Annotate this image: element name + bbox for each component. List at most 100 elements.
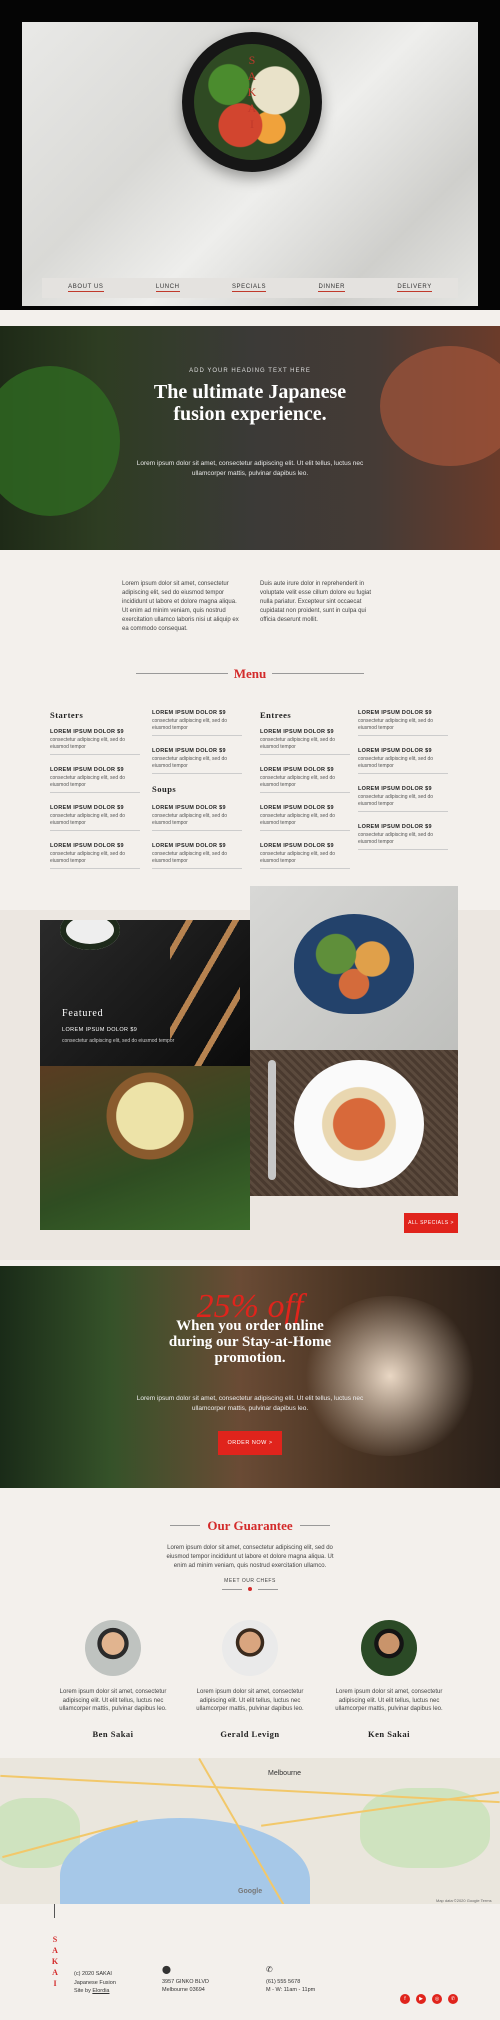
title-line: fusion experience. xyxy=(173,403,327,425)
nav-dinner[interactable]: DINNER xyxy=(318,284,346,292)
menu-item[interactable]: LOREM IPSUM DOLOR $9 consectetur adipisci… xyxy=(358,748,448,774)
intro-text-left: Lorem ipsum dolor sit amet, consectetur … xyxy=(122,581,239,632)
logo-letter: K xyxy=(51,1957,59,1966)
footer: S A K A I (c) 2020 SAKAI Japanese Fusion… xyxy=(0,1904,500,2020)
title-line: The ultimate Japanese xyxy=(153,381,347,403)
miso-soup-image xyxy=(40,1066,250,1230)
chef-bio: Lorem ipsum dolor sit amet, consectetur … xyxy=(335,1689,443,1712)
logo-letter: A xyxy=(247,69,257,83)
soup-bowl xyxy=(95,1066,205,1166)
divider xyxy=(222,1589,242,1590)
site-credit-link[interactable]: Elordia xyxy=(92,1988,109,1994)
menu-item[interactable]: LOREM IPSUM DOLOR $9 consectetur adipisci… xyxy=(152,843,242,869)
promo-line: When you order online xyxy=(176,1318,324,1334)
map-pin-icon: ⬤ xyxy=(162,1965,171,1974)
site-by-label: Site by xyxy=(74,1988,91,1994)
menu-item-title: LOREM IPSUM DOLOR $9 xyxy=(260,843,334,849)
hero-logo[interactable]: S A K A I xyxy=(247,52,257,132)
menu-item-title: LOREM IPSUM DOLOR $9 xyxy=(260,805,334,811)
menu-item-desc: consectetur adipiscing elit, sed do eius… xyxy=(152,756,228,769)
plate xyxy=(294,1060,424,1188)
fusion-body: Lorem ipsum dolor sit amet, consectetur … xyxy=(136,460,364,477)
phone-number[interactable]: (61) 555 5678 xyxy=(266,1978,315,1987)
logo-letter: S xyxy=(248,53,256,67)
menu-item-title: LOREM IPSUM DOLOR $9 xyxy=(358,710,432,716)
blue-bowl xyxy=(294,914,414,1014)
menu-item-desc: consectetur adipiscing elit, sed do eius… xyxy=(152,813,228,826)
featured-heading: Featured xyxy=(62,1008,104,1019)
menu-item[interactable]: LOREM IPSUM DOLOR $9 consectetur adipisci… xyxy=(50,767,140,793)
order-now-button[interactable]: ORDER NOW > xyxy=(218,1431,282,1455)
menu-item-title: LOREM IPSUM DOLOR $9 xyxy=(358,786,432,792)
fusion-overline: ADD YOUR HEADING TEXT HERE xyxy=(189,368,311,374)
menu-item-desc: consectetur adipiscing elit, sed do eius… xyxy=(152,851,228,864)
nav-about-us[interactable]: ABOUT US xyxy=(68,284,104,292)
menu-item[interactable]: LOREM IPSUM DOLOR $9 consectetur adipisci… xyxy=(260,843,350,869)
logo-letter: A xyxy=(52,1968,58,1977)
location-map[interactable]: Melbourne Google Map data ©2020 Google T… xyxy=(0,1758,500,1904)
logo-letter: K xyxy=(247,85,257,99)
site-credit: Site by Elordia xyxy=(74,1987,116,1996)
instagram-icon[interactable]: ◎ xyxy=(432,1994,442,2004)
menu-item[interactable]: LOREM IPSUM DOLOR $9 consectetur adipisci… xyxy=(260,805,350,831)
menu-item[interactable]: LOREM IPSUM DOLOR $9 consectetur adipisci… xyxy=(358,710,448,736)
bowl-image xyxy=(250,886,458,1050)
menu-item-title: LOREM IPSUM DOLOR $9 xyxy=(152,805,226,811)
menu-item-desc: consectetur adipiscing elit, sed do eius… xyxy=(260,813,336,826)
footer-line xyxy=(54,1904,55,1918)
hero-section: S A K A I ABOUT US LUNCH SPECIALS DINNER… xyxy=(0,0,500,310)
all-specials-button[interactable]: ALL SPECIALS > xyxy=(404,1213,458,1233)
menu-item[interactable]: LOREM IPSUM DOLOR $9 consectetur adipisci… xyxy=(50,729,140,755)
phone-icon[interactable]: ✆ xyxy=(448,1994,458,2004)
opening-hours: M - W: 11am - 11pm xyxy=(266,1987,316,1993)
menu-item-title: LOREM IPSUM DOLOR $9 xyxy=(260,729,334,735)
logo-letter: I xyxy=(250,117,254,131)
menu-heading-entrees: Entrees xyxy=(260,710,292,720)
menu-item-desc: consectetur adipiscing elit, sed do eius… xyxy=(260,737,336,750)
chef-name: Ben Sakai xyxy=(92,1729,134,1739)
logo-letter: I xyxy=(53,1979,57,1988)
nav-delivery[interactable]: DELIVERY xyxy=(397,284,432,292)
main-nav: ABOUT US LUNCH SPECIALS DINNER DELIVERY xyxy=(42,278,458,298)
menu-item-title: LOREM IPSUM DOLOR $9 xyxy=(50,843,124,849)
menu-item[interactable]: LOREM IPSUM DOLOR $9 consectetur adipisci… xyxy=(358,824,448,850)
google-logo: Google xyxy=(238,1888,263,1895)
menu-item[interactable]: LOREM IPSUM DOLOR $9 consectetur adipisci… xyxy=(358,786,448,812)
chef-bio: Lorem ipsum dolor sit amet, consectetur … xyxy=(59,1689,167,1712)
meet-chefs-label: MEET OUR CHEFS xyxy=(224,1578,276,1584)
menu-item-desc: consectetur adipiscing elit, sed do eius… xyxy=(50,813,126,826)
menu-item[interactable]: LOREM IPSUM DOLOR $9 consectetur adipisci… xyxy=(152,748,242,774)
facebook-icon[interactable]: f xyxy=(400,1994,410,2004)
promo-body: Lorem ipsum dolor sit amet, consectetur … xyxy=(136,1395,364,1412)
chef-avatar-gerald xyxy=(222,1620,278,1676)
menu-item-desc: consectetur adipiscing elit, sed do eius… xyxy=(358,718,434,731)
menu-item[interactable]: LOREM IPSUM DOLOR $9 consectetur adipisci… xyxy=(50,805,140,831)
footer-address: ⬤ 3957 GINKO BLVD Melbourne 03694 xyxy=(162,1965,209,1995)
promo-line: promotion. xyxy=(214,1350,286,1366)
menu-item[interactable]: LOREM IPSUM DOLOR $9 consectetur adipisci… xyxy=(152,805,242,831)
guarantee-title: Our Guarantee xyxy=(207,1518,293,1533)
footer-logo[interactable]: S A K A I xyxy=(50,1934,60,1989)
address-line: 3957 GINKO BLVD xyxy=(162,1978,209,1985)
map-credit[interactable]: Map data ©2020 Google Terms xyxy=(436,1898,492,1903)
menu-item[interactable]: LOREM IPSUM DOLOR $9 consectetur adipisci… xyxy=(152,710,242,736)
menu-item[interactable]: LOREM IPSUM DOLOR $9 consectetur adipisci… xyxy=(50,843,140,869)
menu-item-title: LOREM IPSUM DOLOR $9 xyxy=(50,729,124,735)
menu-item-title: LOREM IPSUM DOLOR $9 xyxy=(358,824,432,830)
menu-item-desc: consectetur adipiscing elit, sed do eius… xyxy=(152,718,228,731)
menu-item-title: LOREM IPSUM DOLOR $9 xyxy=(152,710,226,716)
pad-thai-image xyxy=(250,1050,458,1196)
menu-item-desc: consectetur adipiscing elit, sed do eius… xyxy=(358,832,434,845)
menu-item-title: LOREM IPSUM DOLOR $9 xyxy=(152,748,226,754)
menu-item[interactable]: LOREM IPSUM DOLOR $9 consectetur adipisci… xyxy=(260,767,350,793)
menu-item-desc: consectetur adipiscing elit, sed do eius… xyxy=(358,756,434,769)
hero-image: S A K A I ABOUT US LUNCH SPECIALS DINNER… xyxy=(22,22,478,306)
chef-bio: Lorem ipsum dolor sit amet, consectetur … xyxy=(196,1689,304,1712)
sushi-image xyxy=(40,920,250,1066)
menu-item[interactable]: LOREM IPSUM DOLOR $9 consectetur adipisci… xyxy=(260,729,350,755)
chopsticks xyxy=(170,920,240,1066)
nav-specials[interactable]: SPECIALS xyxy=(231,284,267,292)
youtube-icon[interactable]: ▶ xyxy=(416,1994,426,2004)
nav-lunch[interactable]: LUNCH xyxy=(155,284,180,292)
menu-item-desc: consectetur adipiscing elit, sed do eius… xyxy=(50,737,126,750)
